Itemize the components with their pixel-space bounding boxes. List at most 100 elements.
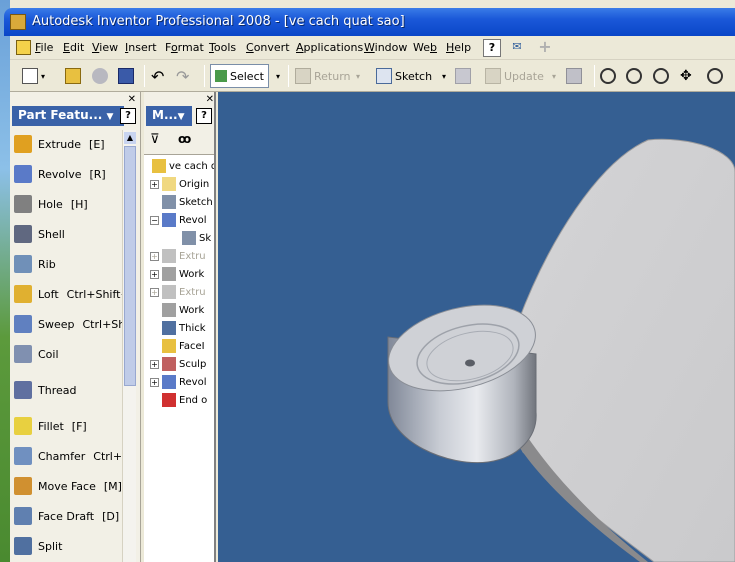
update-button[interactable]: Update — [485, 66, 544, 86]
browser-node[interactable]: Thick — [150, 320, 206, 336]
feature-face-draft-button[interactable]: Face Draft [D] — [14, 506, 119, 526]
filter-icon[interactable]: ⊽ — [150, 132, 160, 147]
coil-icon — [14, 345, 32, 363]
sketch-button[interactable]: Sketch — [376, 66, 432, 86]
update-dropdown[interactable]: ▾ — [552, 66, 556, 86]
feature-revolve-button[interactable]: Revolve [R] — [14, 164, 106, 184]
collapse-icon[interactable]: − — [150, 215, 159, 225]
feature-rib-button[interactable]: Rib — [14, 254, 56, 274]
zoom-button[interactable] — [653, 66, 672, 86]
browser-node[interactable]: FaceI — [150, 338, 205, 354]
window-title: Autodesk Inventor Professional 2008 - [v… — [32, 14, 405, 29]
menu-help[interactable]: Help — [446, 41, 471, 54]
panel-help-icon[interactable]: ? — [120, 108, 136, 124]
find-binoculars-icon[interactable]: ꝏ — [178, 132, 191, 146]
browser-node-icon — [162, 339, 176, 353]
feature-thread-button[interactable]: Thread — [14, 380, 76, 400]
browser-node[interactable]: + Extru — [150, 248, 206, 264]
expand-icon[interactable]: + — [150, 359, 159, 369]
zoom-selected-icon — [707, 68, 723, 84]
feature-shell-button[interactable]: Shell — [14, 224, 65, 244]
graphics-viewport[interactable] — [218, 92, 735, 562]
menu-window[interactable]: Window — [364, 41, 407, 54]
menu-insert[interactable]: Insert — [125, 41, 157, 54]
browser-header[interactable]: M...▼ — [146, 106, 192, 126]
feature-fillet-button[interactable]: Fillet [F] — [14, 416, 87, 436]
feature-loft-button[interactable]: Loft Ctrl+Shift+ — [14, 284, 130, 304]
return-dropdown[interactable]: ▾ — [356, 66, 360, 86]
browser-node[interactable]: + Origin — [150, 176, 209, 192]
feature-chamfer-button[interactable]: Chamfer Ctrl+Sh — [14, 446, 136, 466]
add-icon[interactable]: + — [536, 39, 554, 57]
feature-sweep-button[interactable]: Sweep Ctrl+Shif — [14, 314, 132, 334]
scroll-thumb[interactable] — [124, 146, 136, 386]
browser-node-icon — [162, 249, 176, 263]
expand-icon[interactable]: + — [150, 287, 159, 297]
browser-help-icon[interactable]: ? — [196, 108, 212, 124]
browser-node[interactable]: Sk — [170, 230, 211, 246]
redo-button[interactable]: ↷ — [176, 66, 189, 86]
feature-extrude-button[interactable]: Extrude [E] — [14, 134, 105, 154]
menu-edit[interactable]: Edit — [63, 41, 84, 54]
return-button[interactable]: Return — [295, 66, 351, 86]
panel-close-icon[interactable]: ✕ — [128, 94, 136, 105]
browser-node[interactable]: + Sculp — [150, 356, 206, 372]
menu-applications[interactable]: Applications — [296, 41, 363, 54]
open-button[interactable] — [65, 66, 84, 86]
panel-bar-header[interactable]: Part Featu... ▼ — [12, 106, 124, 126]
browser-node-label: Sculp — [179, 358, 207, 370]
save-icon — [118, 68, 134, 84]
feature-hole-button[interactable]: Hole [H] — [14, 194, 88, 214]
scroll-up-icon[interactable]: ▲ — [124, 132, 136, 144]
desktop-background — [0, 0, 10, 562]
zoom-window-button[interactable] — [626, 66, 645, 86]
select-button[interactable]: Select — [210, 64, 269, 88]
menu-file[interactable]: File — [35, 41, 53, 54]
feature-split-button[interactable]: Split — [14, 536, 62, 556]
expand-icon[interactable]: + — [150, 179, 159, 189]
browser-node[interactable]: Work — [150, 302, 204, 318]
pan-button[interactable]: ✥ — [680, 66, 692, 86]
feature-move-face-button[interactable]: Move Face [M] — [14, 476, 122, 496]
select-dropdown[interactable]: ▾ — [276, 66, 280, 86]
menu-web[interactable]: Web — [413, 41, 437, 54]
panel-scrollbar[interactable]: ▲ — [122, 130, 136, 562]
browser-node[interactable]: + Extru — [150, 284, 206, 300]
zoom-all-button[interactable] — [600, 66, 619, 86]
projects-button[interactable] — [92, 66, 111, 86]
fillet-icon — [14, 417, 32, 435]
new-button[interactable]: ▾ — [22, 66, 45, 86]
browser-node-label: Extru — [179, 250, 206, 262]
browser-node[interactable]: Sketch — [150, 194, 213, 210]
zoom-selected-button[interactable] — [707, 66, 726, 86]
browser-node[interactable]: − Revol — [150, 212, 206, 228]
measure-button[interactable] — [455, 66, 474, 86]
browser-node-label: Work — [179, 304, 205, 316]
undo-button[interactable]: ↶ — [151, 66, 164, 86]
menu-convert[interactable]: Convert — [246, 41, 290, 54]
browser-close-icon[interactable]: ✕ — [206, 94, 214, 105]
browser-node[interactable]: End o — [150, 392, 207, 408]
help-topics-icon[interactable]: ? — [483, 39, 501, 57]
browser-node[interactable]: + Revol — [150, 374, 206, 390]
document-icon[interactable] — [16, 40, 31, 55]
expand-icon[interactable]: + — [150, 377, 159, 387]
whats-new-icon[interactable]: ✉ — [508, 39, 526, 57]
sketch-dropdown[interactable]: ▾ — [442, 66, 446, 86]
window-titlebar[interactable]: Autodesk Inventor Professional 2008 - [v… — [4, 8, 735, 36]
menu-format[interactable]: Format — [165, 41, 204, 54]
menu-tools[interactable]: Tools — [209, 41, 236, 54]
feature-label: Chamfer — [38, 449, 86, 463]
expand-icon[interactable]: + — [150, 251, 159, 261]
browser-node[interactable]: ve cach q — [152, 158, 214, 174]
inventor-app-icon — [10, 14, 26, 30]
save-button[interactable] — [118, 66, 137, 86]
parameters-button[interactable] — [566, 66, 585, 86]
fan-blade[interactable] — [507, 138, 735, 562]
feature-coil-button[interactable]: Coil — [14, 344, 59, 364]
browser-node[interactable]: + Work — [150, 266, 204, 282]
browser-title: M... — [152, 108, 178, 122]
expand-icon[interactable]: + — [150, 269, 159, 279]
menu-view[interactable]: View — [92, 41, 118, 54]
